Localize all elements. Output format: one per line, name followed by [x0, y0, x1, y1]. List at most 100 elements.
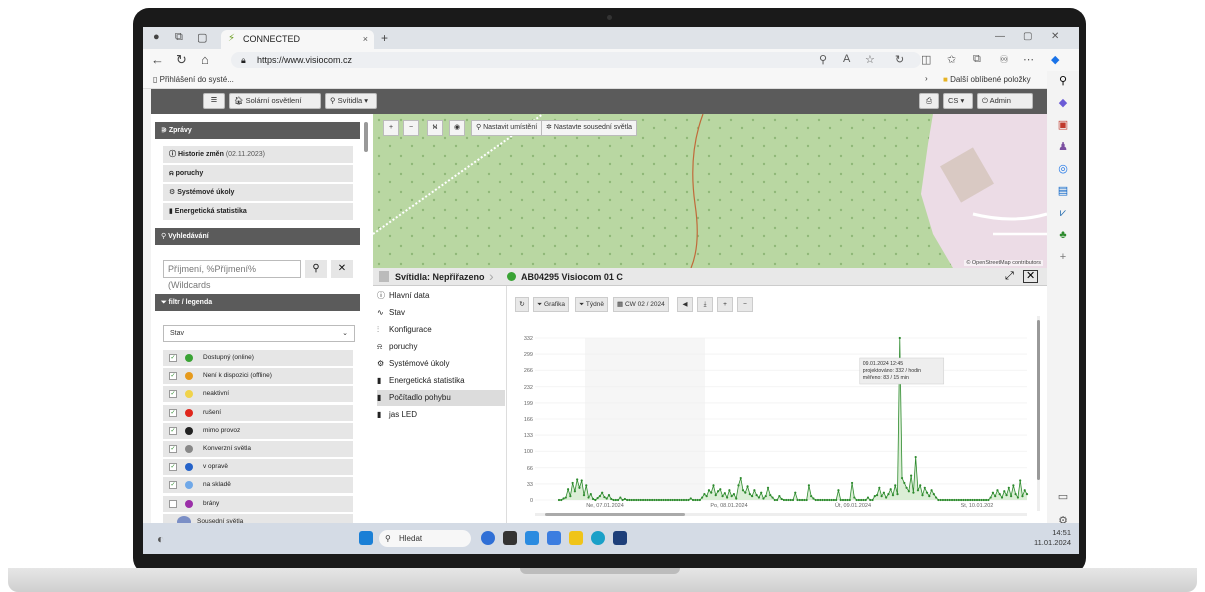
maximize-icon[interactable]: ▢ — [1023, 31, 1032, 42]
sidebar-panel-icon[interactable]: ▭ — [1057, 491, 1069, 503]
new-tab-button[interactable]: + — [381, 31, 388, 45]
tab-actions-icon[interactable]: ▢ — [197, 31, 207, 44]
map-attribution[interactable]: © OpenStreetMap contributors — [964, 260, 1043, 266]
office-icon[interactable]: ◎ — [1057, 163, 1069, 175]
clear-search-button[interactable]: ✕ — [331, 260, 353, 278]
tree-icon[interactable]: ♣ — [1057, 229, 1069, 241]
legend-item[interactable]: ✓ Dostupný (online) — [163, 350, 353, 366]
taskbar-search[interactable]: ⚲ Hledat — [379, 530, 471, 547]
sidebar-scrollbar[interactable] — [364, 122, 368, 152]
clock[interactable]: 14:51 11.01.2024 — [1034, 528, 1071, 548]
extensions-icon[interactable]: ♾ — [999, 53, 1009, 66]
checkbox[interactable]: ✓ — [169, 445, 177, 453]
browser-tab[interactable]: ⚡ CONNECTED × — [221, 30, 374, 49]
checkbox[interactable]: ✓ — [169, 408, 177, 417]
refresh-page-icon[interactable]: ↻ — [895, 53, 904, 66]
detail-menu-item[interactable]: ∿ Stav — [377, 305, 505, 321]
detail-menu-item[interactable]: ⓘ Hlavní data — [377, 288, 505, 304]
zoom-in-button[interactable]: + — [383, 120, 399, 136]
back-icon[interactable]: ← — [151, 52, 164, 67]
chat-icon[interactable] — [525, 531, 539, 545]
refresh-icon[interactable]: ↻ — [176, 52, 187, 68]
collections-icon[interactable]: ⧉ — [973, 53, 981, 66]
lamps-dropdown[interactable]: ⚲ Svítidla ▾ — [325, 93, 377, 109]
motion-counter-chart[interactable]: 0 33 66 100 133 166 199 232 266 299 332 Ne, 07.01.2… — [507, 286, 1047, 523]
edge-browser-icon[interactable] — [591, 531, 605, 545]
close-window-icon[interactable]: ✕ — [1051, 31, 1059, 42]
set-neighbors-button[interactable]: ✲ Nastavte sousední světla — [541, 120, 638, 136]
legend-item[interactable]: ✓ na skladě — [163, 477, 353, 494]
add-sidebar-icon[interactable]: + — [1057, 251, 1069, 263]
search-input[interactable]: Příjmení, %Příjmení% (Wildcards — [163, 260, 301, 290]
task-view-icon[interactable] — [503, 531, 517, 545]
checkbox[interactable]: ✓ — [169, 390, 177, 399]
checkbox[interactable]: ✓ — [169, 426, 177, 435]
start-icon[interactable] — [359, 531, 373, 545]
menu-faults[interactable]: ⍾ poruchy — [163, 165, 353, 182]
weather-icon[interactable]: ◐ — [157, 532, 164, 546]
checkbox[interactable]: ✓ — [169, 481, 177, 490]
shopping-icon[interactable]: ⩗ — [1057, 207, 1069, 219]
set-location-button[interactable]: ⚲ Nastavit umístění — [471, 120, 543, 136]
search-button[interactable]: ⚲ — [305, 260, 327, 278]
home-icon[interactable]: ⌂ — [201, 52, 209, 67]
menu-history[interactable]: ⓘ Historie změn (02.11.2023) — [163, 146, 353, 163]
tab-close-icon[interactable]: × — [363, 30, 368, 49]
minimize-icon[interactable]: — — [995, 31, 1005, 42]
breadcrumb-device[interactable]: AB04295 Visiocom 01 C — [521, 270, 623, 284]
teams-icon[interactable] — [547, 531, 561, 545]
map[interactable]: + − ⛕ ◉ ⚲ Nastavit umístění ✲ Nastavte s… — [373, 114, 1047, 268]
chevron-right-icon[interactable]: › — [925, 74, 928, 83]
route-icon[interactable]: ⛕ — [427, 120, 443, 136]
legend-item[interactable]: brány — [163, 495, 353, 512]
print-button[interactable]: ⎙ — [919, 93, 939, 109]
tag-icon[interactable]: ◆ — [1057, 97, 1069, 109]
split-screen-icon[interactable]: ◫ — [921, 53, 931, 66]
url-field[interactable]: 🔒︎ https://www.visiocom.cz — [231, 52, 921, 68]
profile-icon[interactable]: ● — [153, 31, 160, 43]
menu-energy-stats[interactable]: ▮ Energetická statistika — [163, 203, 353, 220]
copilot-icon[interactable]: ◆ — [1051, 53, 1059, 66]
read-aloud-icon[interactable]: A — [843, 53, 850, 65]
close-icon[interactable]: ✕ — [1023, 270, 1039, 283]
detail-menu-item[interactable]: ⫶ Konfigurace — [377, 322, 505, 338]
legend-item[interactable]: ✓ Konverzní světla — [163, 441, 353, 457]
detail-menu-item[interactable]: ▮ Počítadlo pohybu — [377, 390, 505, 406]
expand-icon[interactable]: ⤢ — [1005, 270, 1014, 283]
detail-menu-item[interactable]: ▮ jas LED — [377, 407, 505, 423]
detail-menu-item[interactable]: ▮ Energetická statistika — [377, 373, 505, 389]
search-sidebar-icon[interactable]: ⚲ — [1057, 75, 1069, 87]
detail-menu-item[interactable]: ⍾ poruchy — [377, 339, 505, 355]
breadcrumb-group[interactable]: Svítidla: Nepřiřazeno — [395, 270, 485, 284]
legend-item[interactable]: ✓ Není k dispozici (offline) — [163, 368, 353, 385]
workspaces-icon[interactable]: ⧉ — [175, 31, 183, 44]
legend-item[interactable]: ✓ v opravě — [163, 459, 353, 476]
legend-item[interactable]: Sousední světla — [163, 513, 353, 523]
legend-item[interactable]: ✓ neaktivní — [163, 386, 353, 403]
more-icon[interactable]: ⋯ — [1023, 53, 1034, 66]
zoom-out-button[interactable]: − — [403, 120, 419, 136]
other-favorites[interactable]: ■ Další oblíbené položky — [943, 75, 1031, 84]
news-header[interactable]: ⋑ Zprávy — [155, 122, 360, 139]
checkbox[interactable]: ✓ — [169, 463, 177, 472]
games-icon[interactable]: ♟ — [1057, 141, 1069, 153]
checkbox[interactable]: ✓ — [169, 372, 177, 381]
menu-toggle-button[interactable]: ≡ — [203, 93, 225, 109]
file-explorer-icon[interactable] — [569, 531, 583, 545]
checkbox[interactable] — [169, 499, 177, 508]
filter-select[interactable]: Stav ⌄ — [163, 325, 355, 342]
home-button[interactable]: 🏠︎ Solární osvětlení — [229, 93, 321, 109]
zoom-icon[interactable]: ⚲ — [819, 53, 827, 66]
detail-menu-item[interactable]: ⚙ Systémové úkoly — [377, 356, 505, 372]
language-dropdown[interactable]: CS ▾ — [943, 93, 973, 109]
favorite-star-icon[interactable]: ☆ — [865, 53, 875, 66]
outlook-icon[interactable]: ▤ — [1057, 185, 1069, 197]
filter-header[interactable]: ⏷ filtr / legenda — [155, 294, 360, 311]
menu-system-tasks[interactable]: ⚙ Systémové úkoly — [163, 184, 353, 201]
app-icon[interactable] — [613, 531, 627, 545]
favorites-icon[interactable]: ✩ — [947, 53, 956, 66]
legend-item[interactable]: ✓ mimo provoz — [163, 422, 353, 439]
legend-item[interactable]: ✓ rušení — [163, 404, 353, 421]
user-button[interactable]: ⏻ Admin — [977, 93, 1033, 109]
bing-icon[interactable] — [481, 531, 495, 545]
